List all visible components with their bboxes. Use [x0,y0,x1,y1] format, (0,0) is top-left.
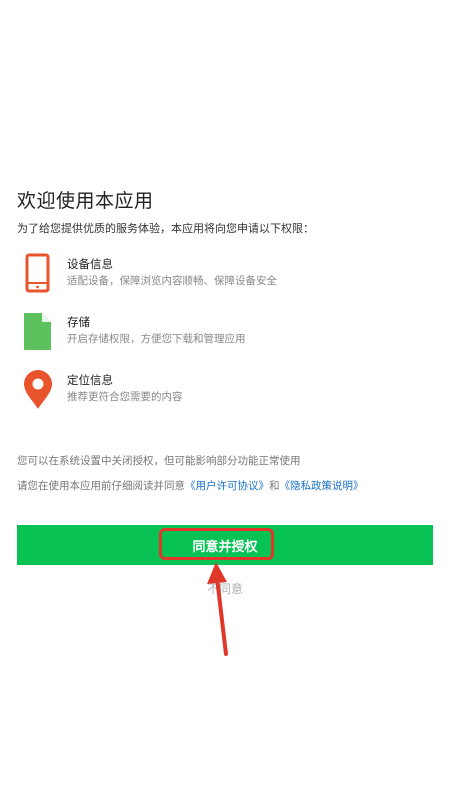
permission-title: 定位信息 [67,373,113,387]
permission-description: 适配设备，保障浏览内容顺畅、保障设备安全 [67,275,277,287]
permission-title: 存储 [67,315,90,329]
file-icon [22,311,54,353]
agree-authorize-button[interactable]: 同意并授权 [17,525,433,565]
permission-item-location: 定位信息 推荐更符合您需要的内容 [22,369,422,413]
permission-description: 推荐更符合您需要的内容 [67,391,183,403]
agreement-prefix: 请您在使用本应用前仔细阅读并同意 [17,480,185,492]
permission-item-device-info: 设备信息 适配设备，保障浏览内容顺畅、保障设备安全 [22,253,422,297]
permission-description: 开启存储权限，方便您下载和管理应用 [67,333,246,345]
page-title: 欢迎使用本应用 [17,190,154,212]
location-pin-icon [22,369,54,411]
agree-button-label: 同意并授权 [192,539,258,555]
disagree-button[interactable]: 不同意 [0,580,450,597]
phone-icon [22,253,54,295]
settings-note: 您可以在系统设置中关闭授权，但可能影响部分功能正常使用 [17,455,301,467]
permission-item-storage: 存储 开启存储权限，方便您下载和管理应用 [22,311,422,355]
user-agreement-link[interactable]: 《用户许可协议》 [185,480,269,492]
intro-text: 为了给您提供优质的服务体验，本应用将向您申请以下权限： [17,222,314,235]
permission-title: 设备信息 [67,257,113,271]
privacy-policy-link[interactable]: 《隐私政策说明》 [280,480,364,492]
conjunction-text: 和 [269,480,280,492]
agreement-note: 请您在使用本应用前仔细阅读并同意《用户许可协议》和《隐私政策说明》 [17,478,364,493]
